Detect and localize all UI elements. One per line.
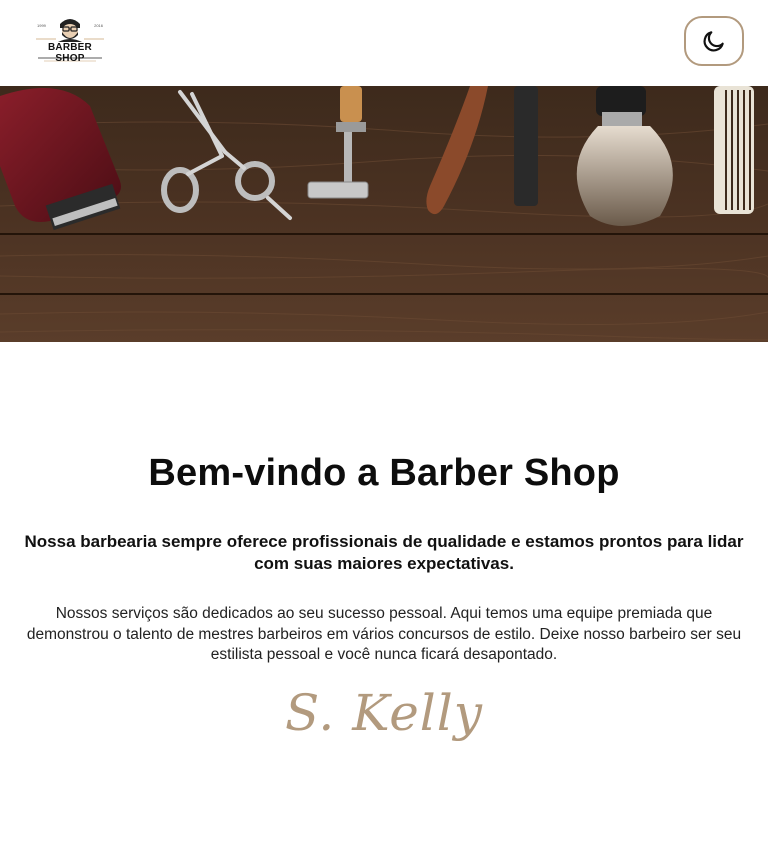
body-text: Nossos serviços são dedicados ao seu suc…: [26, 605, 742, 663]
logo-year-right: 2016: [94, 23, 103, 28]
site-header: 1999 2016 BARBER SHOP: [0, 0, 768, 86]
page-title: Bem-vindo a Barber Shop: [148, 452, 620, 494]
logo-text: BARBER SHOP: [48, 42, 92, 64]
moon-icon: [703, 31, 724, 52]
subtitle: Nossa barbearia sempre oferece profissio…: [24, 532, 744, 573]
hero-image: [0, 86, 768, 342]
signature: S. Kelly: [284, 683, 484, 742]
barber-tools-illustration: [0, 86, 768, 342]
logo-year-left: 1999: [37, 23, 46, 28]
site-logo[interactable]: 1999 2016 BARBER SHOP: [34, 14, 106, 68]
theme-toggle-button[interactable]: [684, 16, 744, 66]
welcome-section: Bem-vindo a Barber Shop Nossa barbearia …: [0, 342, 768, 742]
